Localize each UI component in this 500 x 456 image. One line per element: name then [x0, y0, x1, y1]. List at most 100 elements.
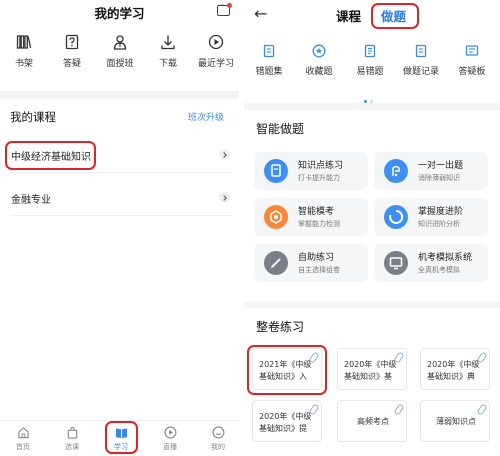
tab-select-course[interactable]: 选课	[57, 426, 87, 452]
course-item[interactable]: 金融专业	[0, 181, 239, 215]
card-one-on-one[interactable]: 一对一出题 消除薄弱知识	[374, 152, 488, 190]
card-subtitle: 全真机考模拟	[418, 266, 460, 274]
record-icon	[415, 44, 427, 58]
tool-label: 答疑板	[458, 67, 486, 77]
bottom-tab-bar: 首页 选课 学习 直播 我的	[0, 420, 239, 456]
shortcut-row: 书架 答疑 面授班 下载 最近学习	[0, 34, 239, 82]
play-icon	[164, 426, 176, 439]
card-subtitle: 掌握能力检测	[298, 220, 340, 228]
paper-title: 2020年《中级 基础知识》提	[259, 412, 312, 433]
tab-home[interactable]: 首页	[8, 426, 38, 452]
card-knowledge-practice[interactable]: 知识点练习 打卡提升能力	[254, 152, 368, 190]
chevron-right-icon	[219, 149, 230, 160]
tab-label: 我的	[211, 443, 225, 451]
card-subtitle: 消除薄弱知识	[418, 174, 460, 182]
tool-error-prone[interactable]: 易错题	[345, 44, 395, 77]
card-mastery[interactable]: 掌握度进阶 知识进阶分析	[374, 198, 488, 236]
page-dot-active	[364, 100, 367, 103]
page-dot	[370, 100, 373, 103]
question-doc-icon	[65, 34, 79, 50]
paper-card[interactable]: 高频考点	[337, 400, 407, 442]
tab-mine[interactable]: 我的	[203, 426, 233, 452]
shortcut-recent[interactable]: 最近学习	[192, 34, 240, 69]
tool-label: 易错题	[356, 67, 384, 77]
tool-label: 做题记录	[402, 67, 439, 77]
tab-label: 学习	[114, 443, 128, 451]
section-heading: 智能做题	[256, 122, 305, 136]
notebook-icon	[264, 159, 288, 183]
play-circle-icon	[208, 34, 224, 50]
shortcut-label: 最近学习	[197, 59, 234, 69]
card-title: 智能模考	[298, 207, 335, 217]
pen-icon	[384, 159, 408, 183]
shortcut-bookshelf[interactable]: 书架	[0, 34, 48, 69]
paper-title: 2021年《中级 基础知识》入	[259, 360, 312, 381]
notification-dot	[227, 3, 232, 8]
shortcut-download[interactable]: 下载	[144, 34, 192, 69]
monitor-icon	[384, 251, 408, 275]
card-subtitle: 知识进阶分析	[418, 220, 460, 228]
paper-card[interactable]: 2020年《中级 基础知识》基	[337, 348, 407, 390]
page-title: 我的学习	[94, 6, 145, 21]
tool-label: 收藏题	[305, 67, 333, 77]
download-icon	[161, 35, 175, 50]
paper-title: 2020年《中级 基础知识》基	[344, 360, 397, 381]
card-self-practice[interactable]: 自助练习 自主选择组卷	[254, 244, 368, 282]
courses-heading: 我的课程	[10, 110, 56, 124]
shortcut-classroom[interactable]: 面授班	[96, 34, 144, 69]
top-bar: 我的学习	[0, 0, 239, 26]
tab-study[interactable]: 学习	[106, 426, 136, 452]
paper-title: 2020年《中级 基础知识》典	[427, 360, 480, 381]
card-subtitle: 自主选择组卷	[298, 266, 340, 274]
tab-label: 首页	[16, 443, 30, 451]
class-upgrade-link[interactable]: 班次升级	[188, 110, 224, 123]
full-paper-panel: 整卷练习 2021年《中级 基础知识》入 2020年《中级 基础知识》基 2020年…	[244, 308, 500, 456]
target-icon	[264, 205, 288, 229]
back-arrow-icon[interactable]: ←	[254, 4, 267, 23]
card-title: 知识点练习	[298, 161, 344, 171]
chevron-right-icon	[219, 192, 230, 203]
paper-card[interactable]: 2021年《中级 基础知识》入	[252, 348, 322, 390]
card-title: 掌握度进阶	[418, 207, 464, 217]
course-item[interactable]: 中级经济基础知识	[0, 138, 239, 172]
tool-wrong-questions[interactable]: 错题集	[244, 44, 294, 77]
person-icon	[113, 35, 127, 50]
notebook-icon	[263, 44, 275, 58]
tool-row: 错题集 收藏题 易错题 做题记录 答疑板	[244, 44, 500, 84]
tab-practice[interactable]: 做题	[381, 6, 406, 25]
shortcut-label: 答疑	[62, 59, 81, 69]
shortcut-label: 面授班	[106, 59, 134, 69]
home-icon	[17, 427, 29, 439]
shortcut-label: 书架	[14, 59, 33, 69]
book-icon	[115, 428, 127, 439]
star-circle-icon	[312, 44, 326, 58]
paper-title: 薄弱知识点	[436, 417, 476, 426]
card-title: 一对一出题	[418, 161, 464, 171]
section-heading: 整卷练习	[256, 320, 305, 334]
ring-icon	[384, 205, 408, 229]
tool-favorites[interactable]: 收藏题	[294, 44, 344, 77]
card-smart-mock[interactable]: 智能模考 掌握能力检测	[254, 198, 368, 236]
card-computer-exam[interactable]: 机考模拟系统 全真机考模拟	[374, 244, 488, 282]
tool-label: 错题集	[255, 67, 283, 77]
tab-courses[interactable]: 课程	[336, 6, 361, 25]
tab-label: 选课	[65, 443, 79, 451]
practice-screen: ← 课程 做题 错题集 收藏题 易错题 做题记录 答疑板 智能做题 知识点练习 …	[244, 0, 500, 456]
paper-card[interactable]: 薄弱知识点	[420, 400, 490, 442]
bag-icon	[67, 426, 77, 439]
tool-qa-board[interactable]: 答疑板	[447, 44, 497, 77]
pencil-icon	[264, 251, 288, 275]
tab-live[interactable]: 直播	[155, 426, 185, 452]
page-indicator	[364, 88, 376, 107]
divider	[10, 172, 232, 173]
paper-card[interactable]: 2020年《中级 基础知识》提	[252, 400, 322, 442]
tool-history[interactable]: 做题记录	[396, 44, 446, 77]
paper-title: 高频考点	[357, 417, 389, 426]
paper-card[interactable]: 2020年《中级 基础知识》典	[420, 348, 490, 390]
tab-label: 直播	[163, 443, 177, 451]
shortcut-qa[interactable]: 答疑	[48, 34, 96, 69]
paperclip-icon	[476, 403, 488, 416]
shortcut-label: 下载	[158, 59, 177, 69]
smile-icon	[212, 426, 224, 439]
card-subtitle: 打卡提升能力	[298, 174, 340, 182]
